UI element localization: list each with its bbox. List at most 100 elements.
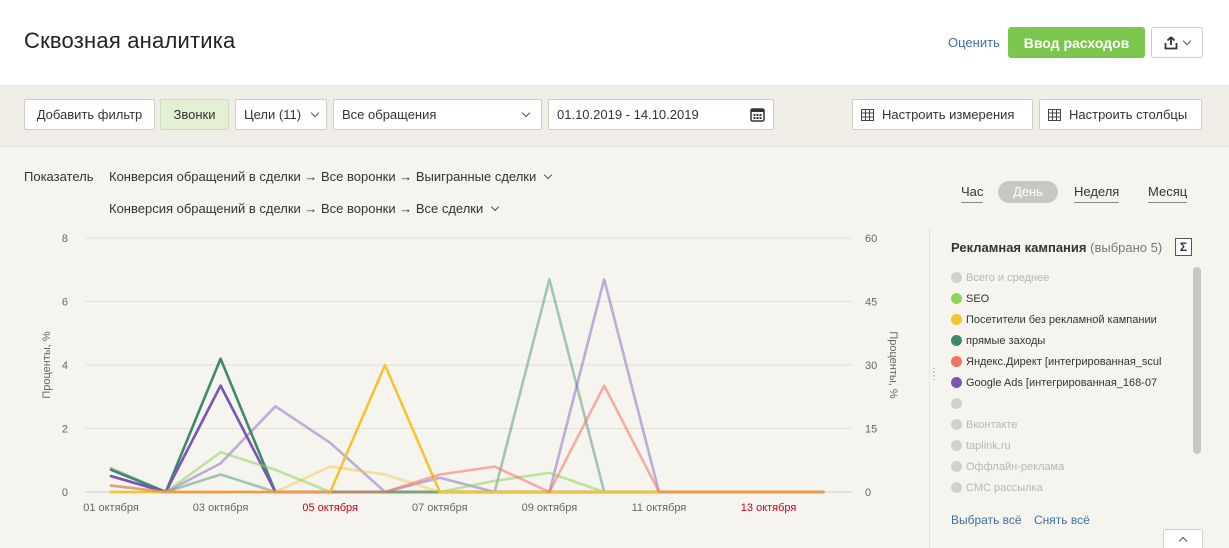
y-right-axis-title: Проценты, %: [887, 331, 899, 399]
legend-item-label: Вконтакте: [966, 418, 1018, 431]
requests-select[interactable]: Все обращения: [333, 99, 542, 130]
legend-item-label: Яндекс.Директ [интегрированная_scul: [966, 355, 1162, 368]
legend-item[interactable]: СМС рассылка: [951, 477, 1191, 498]
table-icon: [861, 108, 874, 121]
configure-columns-button[interactable]: Настроить столбцы: [1039, 99, 1202, 130]
legend-title-text: Рекламная кампания: [951, 240, 1087, 255]
legend-item[interactable]: SEO: [951, 288, 1191, 309]
upload-icon: [1164, 35, 1178, 49]
chevron-down-icon: [1182, 36, 1192, 45]
legend-color-dot: [951, 335, 962, 346]
legend-color-dot: [951, 314, 962, 325]
sum-toggle-button[interactable]: Σ: [1175, 238, 1192, 256]
legend-list: Всего и среднее SEO Посетители без рекламн…: [951, 267, 1191, 498]
x-tick-label: 07 октября: [412, 502, 468, 514]
table-icon: [1048, 108, 1061, 121]
y-left-axis-title: Проценты, %: [41, 331, 53, 399]
deselect-all-link[interactable]: Снять всё: [1034, 513, 1090, 527]
x-tick-label: 03 октября: [193, 502, 249, 514]
series-line: [109, 277, 825, 494]
series-line: [109, 277, 825, 494]
legend-item-label: Посетители без рекламной кампании: [966, 313, 1157, 326]
period-switcher: Час День Неделя Месяц: [0, 181, 1229, 203]
chevron-down-icon: [521, 108, 531, 117]
chevron-down-icon: [491, 202, 500, 211]
period-week[interactable]: Неделя: [1074, 181, 1120, 203]
secondary-metric-select[interactable]: Конверсия обращений в сделки → Все ворон…: [109, 201, 500, 216]
y-right-tick-label: 45: [865, 297, 877, 309]
chevron-down-icon: [310, 108, 320, 117]
y-right-tick-label: 15: [865, 424, 877, 436]
legend-item[interactable]: taplink.ru: [951, 435, 1191, 456]
legend-color-dot: [951, 461, 962, 472]
calendar-icon: [750, 108, 765, 122]
legend-item-label: Всего и среднее: [966, 271, 1050, 284]
page-title: Сквозная аналитика: [24, 28, 236, 53]
legend-item[interactable]: [951, 393, 1191, 414]
series-line: [109, 357, 825, 494]
period-day[interactable]: День: [998, 181, 1058, 203]
rate-link[interactable]: Оценить: [948, 35, 1000, 50]
goals-dropdown[interactable]: Цели (11): [235, 99, 327, 130]
legend-color-dot: [951, 272, 962, 283]
line-chart: 8 6 4 2 0 60 45 30 15 0 Проценты, % Проценты, % 01 о…: [41, 233, 899, 514]
configure-dimensions-label: Настроить измерения: [882, 107, 1015, 122]
legend-item-label: taplink.ru: [966, 439, 1011, 452]
legend-color-dot: [951, 377, 962, 388]
y-left-tick-label: 4: [62, 360, 68, 372]
legend-item[interactable]: Google Ads [интегрированная_168-07: [951, 372, 1191, 393]
y-left-tick-label: 0: [62, 487, 68, 499]
x-tick-label: 01 октября: [83, 502, 139, 514]
goals-dropdown-label: Цели (11): [244, 107, 302, 122]
date-range-picker[interactable]: 01.10.2019 - 14.10.2019: [548, 99, 774, 130]
resize-handle-icon[interactable]: ⋮ ⋮: [929, 368, 939, 382]
x-tick-label: 13 октября: [741, 502, 797, 514]
page-header: Сквозная аналитика Оценить Ввод расходов: [0, 0, 1229, 86]
add-filter-button[interactable]: Добавить фильтр: [24, 99, 155, 130]
legend-scrollbar[interactable]: [1193, 267, 1201, 454]
panel-divider: [929, 228, 930, 548]
legend-item-label: Оффлайн-реклама: [966, 460, 1065, 473]
secondary-metric-value: Конверсия обращений в сделки → Все ворон…: [109, 201, 484, 216]
legend-color-dot: [951, 293, 962, 304]
legend-item-label: SEO: [966, 292, 990, 305]
enter-expenses-button[interactable]: Ввод расходов: [1008, 27, 1145, 58]
y-left-tick-label: 8: [62, 233, 68, 245]
y-right-tick-label: 60: [865, 233, 877, 245]
legend-item-label: СМС рассылка: [966, 481, 1043, 494]
legend-item-label: прямые заходы: [966, 334, 1046, 347]
legend-item[interactable]: Яндекс.Директ [интегрированная_scul: [951, 351, 1191, 372]
legend-color-dot: [951, 440, 962, 451]
period-month[interactable]: Месяц: [1148, 181, 1188, 203]
collapse-button[interactable]: [1163, 529, 1203, 548]
legend-color-dot: [951, 419, 962, 430]
period-hour[interactable]: Час: [961, 181, 984, 203]
y-right-tick-label: 30: [865, 360, 877, 372]
legend-item[interactable]: Вконтакте: [951, 414, 1191, 435]
series-line: [109, 451, 825, 494]
x-tick-label: 11 октября: [632, 502, 687, 514]
x-tick-label: 09 октября: [522, 502, 578, 514]
chevron-down-icon: [544, 170, 553, 179]
chevron-up-icon: [1178, 536, 1188, 546]
legend-item[interactable]: Оффлайн-реклама: [951, 456, 1191, 477]
legend-item[interactable]: Посетители без рекламной кампании: [951, 309, 1191, 330]
calls-filter-button[interactable]: Звонки: [160, 99, 229, 130]
legend-item[interactable]: прямые заходы: [951, 330, 1191, 351]
date-range-value: 01.10.2019 - 14.10.2019: [557, 107, 699, 122]
legend-color-dot: [951, 482, 962, 493]
legend-title: Рекламная кампания (выбрано 5): [951, 240, 1162, 255]
legend-color-dot: [951, 398, 962, 409]
legend-item-label: Google Ads [интегрированная_168-07: [966, 376, 1158, 389]
requests-select-value: Все обращения: [342, 107, 437, 122]
y-right-tick-label: 0: [865, 487, 871, 499]
select-all-link[interactable]: Выбрать всё: [951, 513, 1022, 527]
export-button[interactable]: [1151, 27, 1203, 58]
legend-color-dot: [951, 356, 962, 367]
configure-columns-label: Настроить столбцы: [1069, 107, 1188, 122]
configure-dimensions-button[interactable]: Настроить измерения: [852, 99, 1033, 130]
legend-selected-count: (выбрано 5): [1090, 240, 1163, 255]
filter-toolbar: Добавить фильтр Звонки Цели (11) Все обр…: [0, 86, 1229, 147]
y-left-tick-label: 6: [62, 297, 68, 309]
legend-item[interactable]: Всего и среднее: [951, 267, 1191, 288]
